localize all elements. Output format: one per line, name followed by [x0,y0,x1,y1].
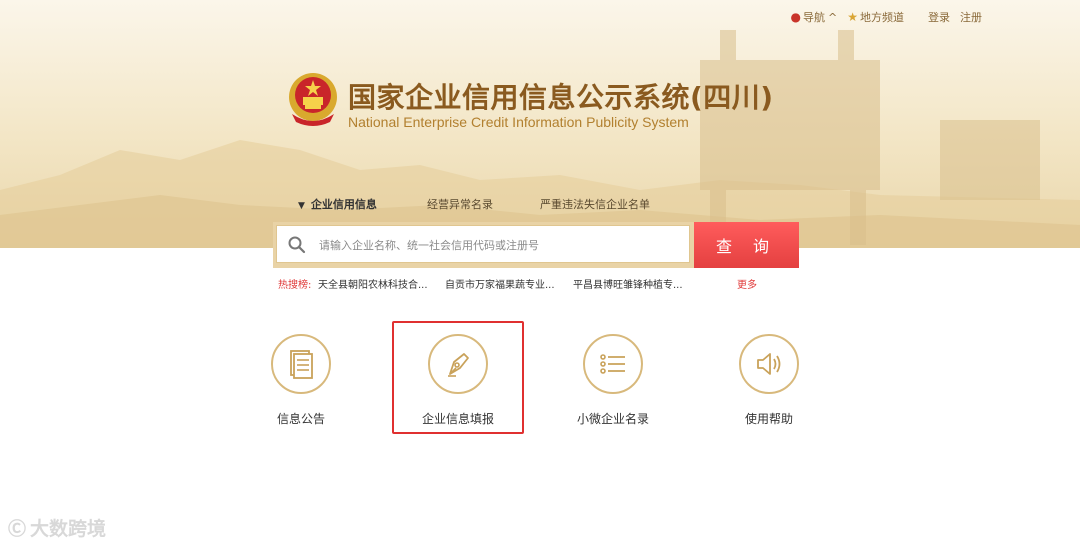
triangle-down-icon: ▼ [298,201,305,211]
feature-label: 使用帮助 [744,412,793,426]
tab-enterprise-credit[interactable]: ▼ 企业信用信息 [298,196,377,212]
document-icon [290,350,313,379]
hot-search-item[interactable]: 天全县朝阳农林科技合... [318,276,428,291]
login-link[interactable]: 登录 [928,9,950,25]
hot-search-label: 热搜榜: [278,280,312,291]
hot-search-item[interactable]: 平昌县博旺雏锋种植专... [573,276,683,291]
hot-search-item[interactable]: 自贡市万家福果蔬专业... [445,276,555,291]
feature-label: 小微企业名录 [576,412,649,426]
speaker-icon [757,353,781,375]
nav-menu[interactable]: ● 导航 ^ [791,9,838,25]
tab-label: 企业信用信息 [310,198,377,211]
star-icon: ★ [847,10,858,24]
hot-search-list: 热搜榜: 天全县朝阳农林科技合... 自贡市万家福果蔬专业... 平昌县博旺雏锋… [278,276,757,291]
site-title: 国家企业信用信息公示系统(四川) [348,81,774,114]
search-button[interactable]: 查 询 [694,222,799,268]
regional-label: 地方频道 [860,11,904,24]
site-subtitle: National Enterprise Credit Information P… [348,114,689,130]
regional-channel-link[interactable]: ★ 地方频道 [847,9,904,25]
tab-abnormal-list[interactable]: 经营异常名录 [427,196,493,212]
national-emblem-icon [289,73,337,126]
search-input[interactable] [317,234,681,256]
location-pin-icon: ● [790,10,802,24]
feature-circle [739,334,799,394]
feature-info-announcement[interactable]: 信息公告 [241,334,361,427]
highlight-box [392,321,524,434]
feature-circle [583,334,643,394]
search-box [276,225,690,263]
chevron-up-icon: ^ [828,10,838,24]
watermark-logo-icon: Ⓒ [8,518,26,540]
tab-serious-violation-list[interactable]: 严重违法失信企业名单 [540,196,650,212]
nav-label: 导航 [803,11,826,24]
search-icon [288,236,306,254]
search-bar: 查 询 [273,222,799,268]
feature-small-micro-enterprise-list[interactable]: 小微企业名录 [553,334,673,427]
top-navigation: ● 导航 ^ ★ 地方频道 登录 注册 [781,9,982,25]
feature-label: 信息公告 [276,412,325,426]
watermark-text: 大数跨境 [30,518,107,540]
register-link[interactable]: 注册 [960,9,982,25]
feature-circle [271,334,331,394]
watermark: Ⓒ 大数跨境 [8,514,106,541]
list-icon [600,354,625,374]
feature-usage-help[interactable]: 使用帮助 [709,334,829,427]
more-link[interactable]: 更多 [737,276,757,291]
